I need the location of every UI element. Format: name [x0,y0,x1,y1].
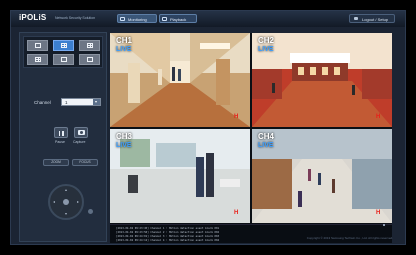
logout-label: Logout / Setup [362,17,389,22]
pause-icon-bar [62,130,64,136]
logout-button[interactable]: Logout / Setup [349,14,395,23]
live-badge: LIVE [258,46,274,53]
brand-subtitle: Network Security Solution [55,16,96,20]
app-window: iPOLiS Network Security Solution Monitor… [10,10,406,245]
camera-name: CH3 [116,132,133,141]
channel-value: 1 [65,100,68,105]
logout-icon [354,17,358,20]
monitor-icon [120,16,125,21]
tab-monitoring[interactable]: Monitoring [117,14,157,23]
nine-view-icon [87,43,93,48]
arrow-right-icon[interactable] [77,200,79,203]
record-indicator-icon: H [376,210,381,216]
control-sidebar: Channel 1 Pause Capture ZOOM FOCUS [19,32,107,242]
live-badge: LIVE [116,46,132,53]
sequence-button[interactable] [53,54,74,65]
tab-monitoring-label: Monitoring [128,17,147,22]
record-indicator-icon: H [234,210,239,216]
zoom-button[interactable]: ZOOM [43,159,69,166]
video-grid: CH1 LIVE H CH2 LIVE H CH3 LIVE H CH4 LIV… [110,33,392,224]
playback-icon [162,16,167,21]
arrow-down-icon[interactable] [64,213,67,215]
capture-label: Capture [73,140,86,144]
single-view-button[interactable] [27,40,48,51]
record-indicator-icon: H [234,114,239,120]
sixteen-view-button[interactable] [27,54,48,65]
sequence-icon [61,57,67,62]
arrow-left-icon[interactable] [53,200,55,203]
camera-name: CH1 [116,36,133,45]
sixteen-view-icon [35,57,41,62]
camera-cell-ch4[interactable]: CH4 LIVE H [252,129,392,223]
nine-view-button[interactable] [79,40,100,51]
record-indicator-icon: H [376,114,381,120]
capture-button[interactable] [74,127,88,138]
log-line: [2013-04-02 09:24:01] Channel 3 : Motion… [116,235,220,238]
fullscreen-icon [87,57,93,62]
single-view-icon [35,43,41,48]
focus-button[interactable]: FOCUS [72,159,98,166]
home-position-button[interactable] [88,209,93,214]
live-badge: LIVE [116,142,132,149]
camera-name: CH2 [258,36,275,45]
pause-label: Pause [55,140,65,144]
tab-playback-label: Playback [170,17,187,22]
event-log: [2013-04-02 09:23:45] Channel 1 : Motion… [110,224,392,243]
camera-name: CH4 [258,132,275,141]
camera-cell-ch2[interactable]: CH2 LIVE H [252,33,392,127]
tab-playback[interactable]: Playback [159,14,197,23]
live-badge: LIVE [258,142,274,149]
pause-icon [58,130,60,136]
channel-label: Channel [34,100,51,105]
joystick-center[interactable] [63,199,69,205]
footer-copyright: Copyright © 2013 Samsung Techwin Co., Lt… [306,236,393,240]
chevron-down-icon [93,99,100,105]
camera-cell-ch1[interactable]: CH1 LIVE H [110,33,250,127]
quad-view-icon [61,43,67,48]
log-line: [2013-04-02 09:23:50] Channel 2 : Motion… [116,231,220,234]
layout-panel [23,36,103,68]
log-scroll-indicator[interactable] [383,224,385,226]
camera-cell-ch3[interactable]: CH3 LIVE H [110,129,250,223]
channel-select[interactable]: 1 [61,98,101,106]
log-line: [2013-04-02 09:24:12] Channel 4 : Motion… [116,239,220,242]
camera-lens [80,131,83,134]
ptz-joystick[interactable] [48,184,84,220]
arrow-up-icon[interactable] [64,189,67,191]
quad-view-button[interactable] [53,40,74,51]
log-line: [2013-04-02 09:23:45] Channel 1 : Motion… [116,227,220,230]
fullscreen-button[interactable] [79,54,100,65]
pause-button[interactable] [54,127,68,138]
top-bar: iPOLiS Network Security Solution Monitor… [11,11,405,27]
brand-logo: iPOLiS [19,13,47,22]
